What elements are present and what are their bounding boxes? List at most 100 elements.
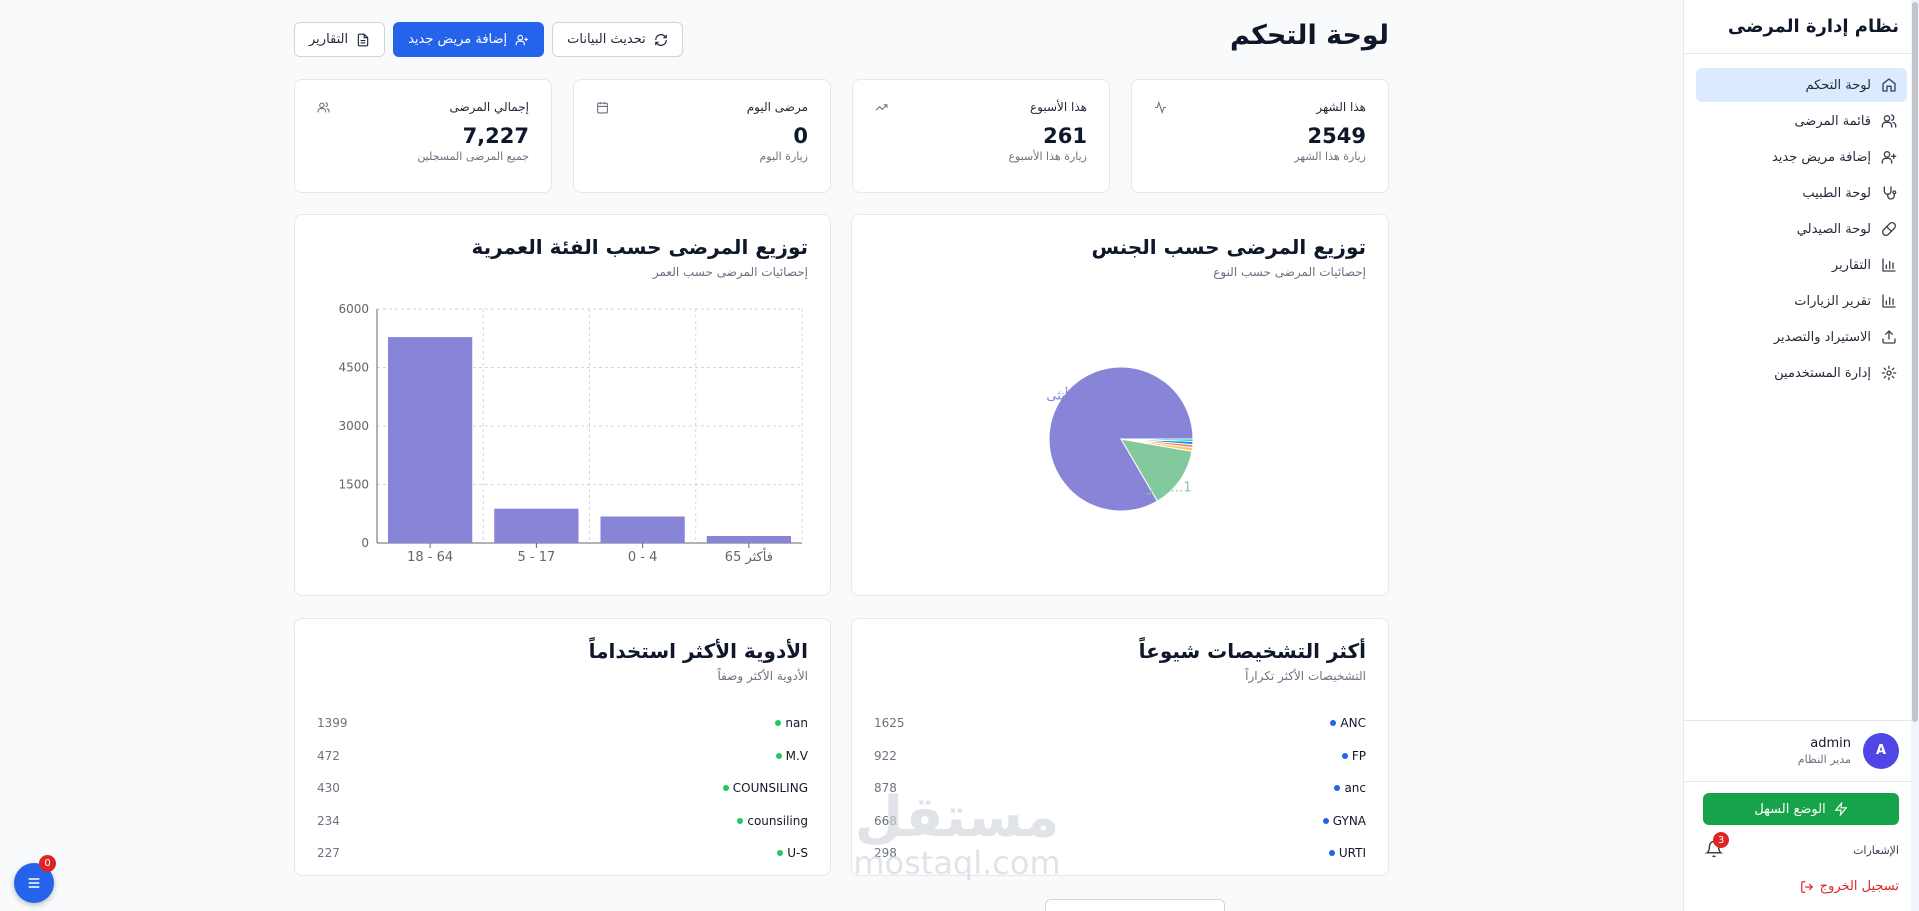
users-icon: [1881, 114, 1897, 128]
lightning-icon: [1834, 802, 1848, 816]
sidebar-nav: لوحة التحكم قائمة المرضى إضافة مريض جديد…: [1684, 54, 1919, 390]
page-scrollbar[interactable]: [1911, 0, 1919, 911]
stat-label: هذا الشهر: [1316, 100, 1366, 114]
y-tick-label: 1500: [338, 478, 369, 492]
list-item-name: URTI: [1328, 846, 1366, 861]
stat-label: إجمالي المرضى: [449, 100, 529, 114]
gender-pie-chart: 6030 أنثى 1… ذكر: [1046, 366, 1194, 512]
list-item-label: COUNSILING: [732, 781, 808, 796]
sidebar-item-label: قائمة المرضى: [1794, 113, 1871, 129]
watermark: مستقل mostaql.com: [842, 785, 1072, 881]
bar[interactable]: [494, 508, 579, 543]
floating-menu-button[interactable]: 0: [14, 855, 56, 903]
y-tick-label: 4500: [338, 361, 369, 375]
list-item-name: counsiling: [737, 814, 808, 828]
notifications-button[interactable]: 3: [1703, 832, 1729, 860]
avatar: A: [1863, 732, 1899, 769]
list-item-label: ANC: [1340, 716, 1366, 731]
status-dot: [775, 752, 782, 759]
age-bar-chart: 0 1500 3000 4500 6000 18 - 64 5 - 17 0 - 4 65 فأ…: [338, 302, 803, 565]
sidebar-item-pharmacist-panel[interactable]: لوحة الصيدلي: [1696, 212, 1907, 246]
sidebar-item-label: الاستيراد والتصدير: [1773, 329, 1871, 345]
bar-chart-icon: [1882, 294, 1896, 308]
watermark-arabic: مستقل: [854, 785, 1060, 850]
header-actions: التقارير إضافة مريض جديد تحديث البيانات: [294, 22, 683, 57]
main-content: لوحة التحكم التقارير إضافة مريض جديد تحد…: [294, 0, 1389, 911]
users-icon: [317, 101, 330, 112]
x-tick-label: 65 فأكثر: [725, 547, 773, 565]
stats-row: إجمالي المرضى 7,227 جميع المرضى المسجلين…: [294, 79, 1389, 193]
list-item-label: U-S: [787, 846, 808, 861]
gear-icon: [1881, 365, 1897, 381]
status-dot: [1322, 817, 1329, 824]
stat-card-week: هذا الأسبوع 261 زيارة هذا الأسبوع: [852, 79, 1110, 193]
user-plus-icon: [1881, 151, 1897, 164]
home-icon: [1882, 78, 1896, 92]
list-item: ANC 1625: [874, 707, 1366, 740]
scrollbar-thumb[interactable]: [1912, 2, 1918, 722]
bar-chart-icon: [1882, 258, 1896, 272]
list-item-name: FP: [1341, 749, 1366, 763]
list-item-count: 1399: [317, 716, 348, 731]
status-dot: [1341, 752, 1348, 759]
sidebar-item-label: لوحة الطبيب: [1802, 185, 1871, 201]
card-title: أكثر التشخيصات شيوعاً: [1138, 639, 1366, 663]
sidebar-item-doctor-panel[interactable]: لوحة الطبيب: [1696, 176, 1907, 210]
bar[interactable]: [706, 535, 791, 543]
pill-icon: [1882, 222, 1896, 236]
y-tick-label: 0: [361, 536, 369, 550]
bar[interactable]: [388, 337, 473, 543]
sidebar-item-label: لوحة التحكم: [1805, 77, 1871, 93]
easy-mode-button[interactable]: الوضع السهل: [1703, 793, 1899, 825]
stethoscope-icon: [1883, 186, 1897, 200]
sidebar-item-user-management[interactable]: إدارة المستخدمين: [1696, 356, 1907, 390]
sidebar: نظام إدارة المرضى لوحة التحكم قائمة المر…: [1683, 0, 1919, 911]
logout-icon: [1800, 880, 1813, 893]
sidebar-item-add-patient[interactable]: إضافة مريض جديد: [1696, 140, 1907, 174]
card-title: الأدوية الأكثر استخداماً: [588, 639, 808, 663]
list-item: M.V 472: [317, 740, 808, 773]
add-patient-button-label: إضافة مريض جديد: [408, 32, 508, 47]
stat-subtext: زيارة اليوم: [759, 150, 808, 163]
stat-subtext: زيارة هذا الشهر: [1294, 150, 1366, 163]
sidebar-footer: الوضع السهل الإشعارات 3 تسجيل الخروج: [1683, 781, 1919, 894]
load-more-button[interactable]: [1045, 899, 1225, 911]
stat-card-month: هذا الشهر 2549 زيارة هذا الشهر: [1131, 79, 1389, 193]
logout-button[interactable]: تسجيل الخروج: [1703, 879, 1899, 894]
stat-card-today: مرضى اليوم 0 زيارة اليوم: [573, 79, 831, 193]
sidebar-item-label: إدارة المستخدمين: [1774, 365, 1871, 381]
user-profile[interactable]: A admin مدير النظام: [1683, 720, 1919, 780]
stat-value: 261: [1043, 124, 1087, 148]
status-dot: [775, 720, 782, 727]
add-patient-button[interactable]: إضافة مريض جديد: [393, 22, 545, 57]
status-dot: [1330, 720, 1337, 727]
list-item-label: GYNA: [1332, 813, 1366, 828]
x-tick-label: 0 - 4: [628, 550, 658, 565]
sidebar-item-import-export[interactable]: الاستيراد والتصدير: [1696, 320, 1907, 354]
medications-card: الأدوية الأكثر استخداماً الأدوية الأكثر …: [294, 618, 831, 876]
bar[interactable]: [600, 516, 685, 543]
list-item-label: anc: [1344, 781, 1366, 796]
reports-button-label: التقارير: [309, 32, 349, 47]
file-text-icon: [357, 33, 369, 46]
reports-button[interactable]: التقارير: [294, 22, 386, 57]
stat-card-total-patients: إجمالي المرضى 7,227 جميع المرضى المسجلين: [294, 79, 552, 193]
sidebar-item-reports[interactable]: التقارير: [1696, 248, 1907, 282]
sidebar-item-dashboard[interactable]: لوحة التحكم: [1696, 68, 1907, 102]
stat-label: مرضى اليوم: [746, 100, 808, 114]
x-tick-label: 18 - 64: [407, 550, 453, 565]
list-item-name: U-S: [777, 846, 808, 860]
list-item-label: URTI: [1338, 846, 1366, 861]
list-item-count: 472: [317, 748, 340, 763]
calendar-icon: [597, 101, 608, 113]
refresh-button[interactable]: تحديث البيانات: [552, 22, 683, 57]
sidebar-item-label: إضافة مريض جديد: [1771, 149, 1871, 165]
list-item-name: ANC: [1330, 716, 1366, 730]
list-item: FP 922: [874, 740, 1366, 773]
sidebar-item-visits-report[interactable]: تقرير الزيارات: [1696, 284, 1907, 318]
user-plus-icon: [515, 34, 528, 45]
age-chart-card: توزيع المرضى حسب الفئة العمرية إحصائيات …: [294, 214, 831, 596]
list-item-count: 227: [317, 846, 340, 861]
notifications-row[interactable]: الإشعارات 3: [1703, 832, 1899, 861]
sidebar-item-patients-list[interactable]: قائمة المرضى: [1696, 104, 1907, 138]
